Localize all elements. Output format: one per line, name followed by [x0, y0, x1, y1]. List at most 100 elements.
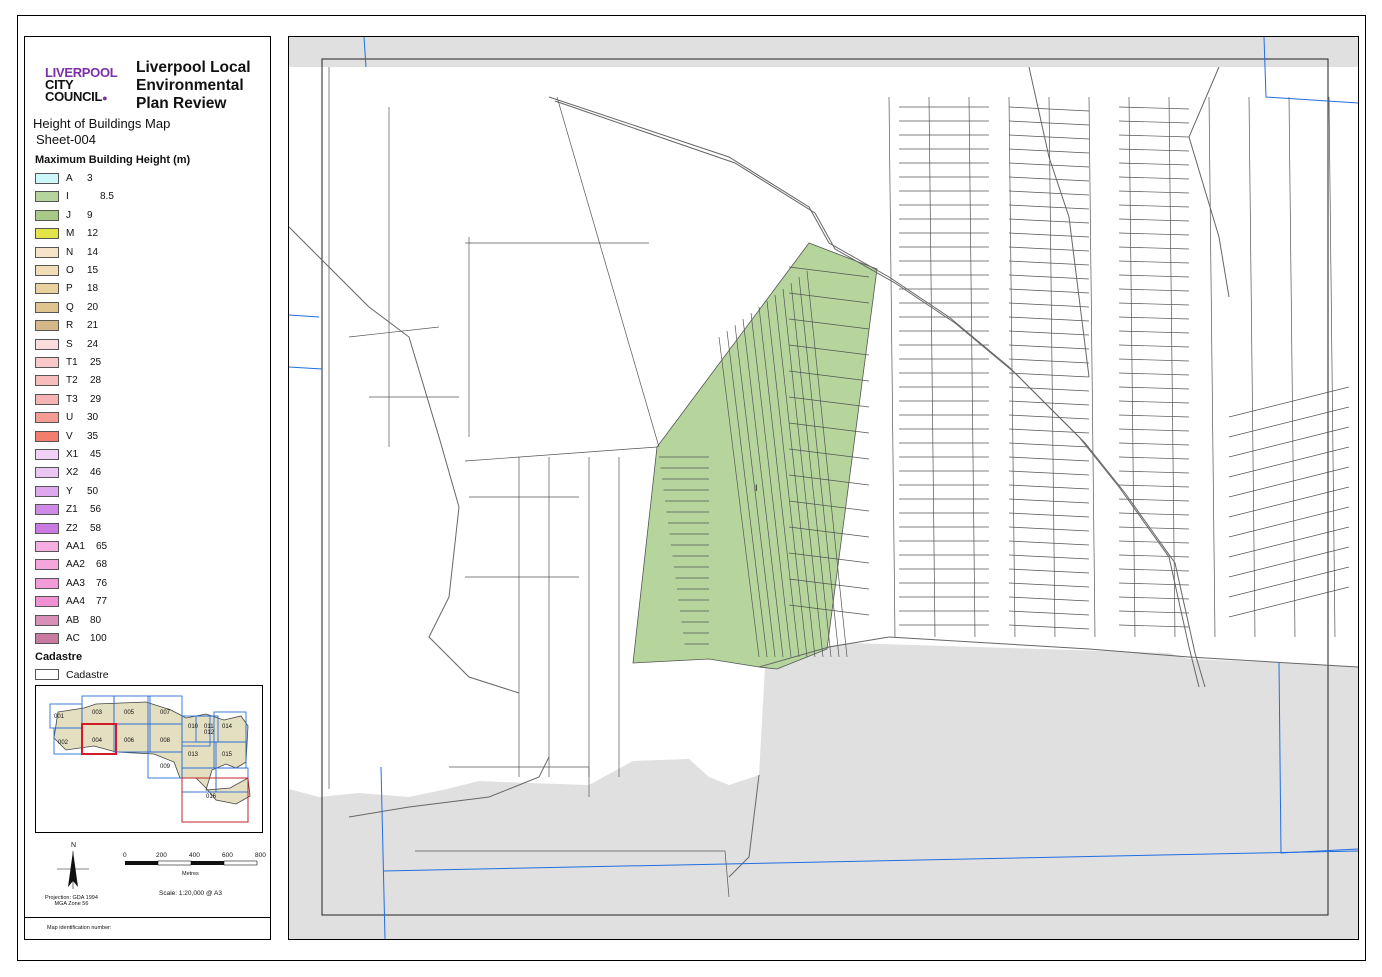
legend-swatch [35, 338, 59, 350]
legend-value: 9 [87, 209, 93, 221]
legend-code: Y [66, 485, 73, 497]
legend-code: AA3 [66, 577, 85, 589]
legend-swatch [35, 246, 59, 258]
legend-swatch [35, 228, 59, 240]
inset-tile-label: 003 [92, 710, 103, 716]
legend-value: 14 [87, 246, 99, 258]
legend-code: S [66, 338, 73, 350]
legend-value: 8.5 [100, 191, 114, 203]
legend-value: 29 [90, 393, 102, 405]
map-id-box: Map identification number: [25, 917, 270, 940]
inset-tile-label: 016 [206, 794, 217, 800]
legend-value: 25 [90, 357, 102, 368]
legend-code: AA4 [66, 596, 85, 608]
legend-swatch [35, 449, 59, 460]
legend-code: U [66, 412, 74, 424]
scale-bar: 0 200 400 600 800 Metres Scale: 1:20,000 @ A… [120, 849, 270, 902]
plan-title: Liverpool Local Environmental Plan Revie… [136, 59, 251, 112]
cadastre-map: I [289, 37, 1358, 939]
north-label: N [71, 842, 76, 849]
legend-value: 20 [87, 301, 99, 313]
scale-tick-label: 600 [222, 852, 233, 859]
legend-code: I [66, 191, 69, 203]
legend-value: 35 [87, 430, 99, 442]
legend-swatch [35, 504, 59, 516]
legend-value: 15 [87, 265, 99, 276]
legend-code: O [66, 265, 74, 276]
inset-tile-label: 007 [160, 710, 171, 716]
inset-tile-label: 013 [188, 752, 199, 758]
scale-text: Scale: 1:20,000 @ A3 [159, 890, 222, 897]
map-name: Height of Buildings Map [33, 116, 171, 131]
scale-tick-label: 400 [189, 852, 200, 859]
legend-swatch [35, 559, 59, 571]
projection-line-2: MGA Zone 56 [54, 901, 89, 907]
legend-value: 24 [87, 338, 99, 350]
legend-swatch [35, 375, 59, 387]
legend-swatch [35, 485, 59, 497]
legend-code: R [66, 320, 74, 332]
legend-swatch [35, 522, 59, 534]
projection-note: Projection: GDA 1994 MGA Zone 56 [45, 895, 98, 907]
legend-value: 46 [90, 467, 102, 479]
inset-tile-label: 012 [204, 730, 215, 736]
legend-value: 77 [96, 596, 108, 608]
legend-code: N [66, 246, 74, 258]
scale-unit: Metres [182, 871, 199, 877]
inset-tile-label: 004 [92, 738, 103, 744]
zone-label-i: I [755, 483, 758, 493]
legend-heading: Maximum Building Height (m) [35, 154, 191, 166]
legend-code: X1 [66, 449, 79, 460]
legend-swatch [35, 209, 59, 221]
legend-value: 3 [87, 173, 93, 184]
legend-value: 68 [96, 559, 108, 571]
scale-tick-label: 800 [255, 852, 266, 859]
legend-panel: LIVERPOOL CITY COUNCIL● Liverpool Local … [24, 36, 271, 940]
legend-value: 100 [90, 633, 107, 644]
legend-swatch [35, 577, 59, 589]
legend-swatch [35, 633, 59, 644]
legend-code: T1 [66, 357, 78, 368]
legend-value: 50 [87, 485, 99, 497]
legend-swatch [35, 173, 59, 184]
legend-swatch [35, 596, 59, 608]
legend-swatch [35, 301, 59, 313]
inset-tile-label: 006 [124, 738, 135, 744]
legend-value: 30 [87, 412, 99, 424]
legend-code: J [66, 209, 71, 221]
legend-code: AA2 [66, 559, 85, 571]
legend-value: 76 [96, 577, 108, 589]
legend-swatch [35, 283, 59, 295]
map-frame: I [288, 36, 1359, 940]
legend-swatch [35, 191, 59, 203]
legend-value: 80 [90, 614, 102, 626]
cadastre-swatch [35, 669, 59, 680]
legend-value: 56 [90, 504, 102, 516]
scale-tick-label: 200 [156, 852, 167, 859]
legend-code: V [66, 430, 73, 442]
inset-tile-label: 002 [58, 740, 69, 746]
scale-tick-label: 0 [123, 852, 127, 859]
legend-swatch [35, 614, 59, 626]
cadastre-label: Cadastre [66, 669, 109, 681]
legend-value: 18 [87, 283, 99, 295]
inset-tile-label: 001 [54, 714, 65, 720]
inset-tile-label: 009 [160, 764, 171, 770]
legend-swatch [35, 541, 59, 552]
inset-tile-label: 015 [222, 752, 233, 758]
legend-swatch [35, 393, 59, 405]
council-logo: LIVERPOOL CITY COUNCIL● [45, 66, 118, 104]
legend-swatch [35, 412, 59, 424]
legend-code: X2 [66, 467, 79, 479]
legend-code: AC [66, 633, 80, 644]
legend-code: Z2 [66, 522, 78, 534]
legend-swatch [35, 357, 59, 368]
map-id-label: Map identification number: [47, 925, 112, 931]
cadastre-heading: Cadastre [35, 651, 83, 663]
legend-code: Q [66, 301, 74, 313]
legend-code: T2 [66, 375, 78, 387]
legend-code: M [66, 228, 75, 240]
north-arrow-icon: N [51, 839, 95, 896]
legend-code: AA1 [66, 541, 85, 552]
legend-value: 12 [87, 228, 99, 240]
